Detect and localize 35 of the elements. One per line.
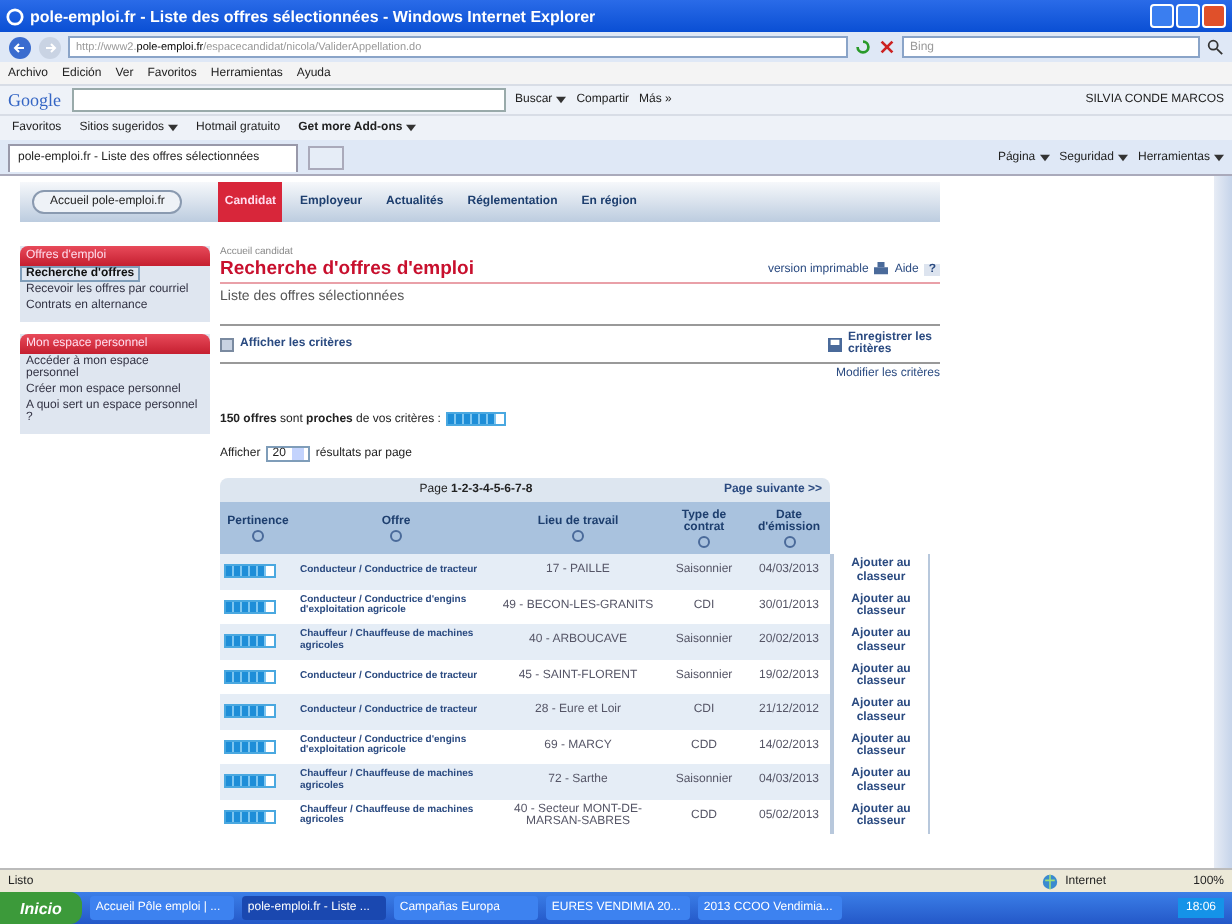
scrollbar[interactable] — [1214, 176, 1232, 868]
printer-icon[interactable] — [874, 262, 889, 276]
browser-icon — [6, 7, 24, 25]
google-logo: Google — [8, 90, 61, 110]
close-button[interactable] — [1202, 4, 1226, 28]
relevance-meter — [224, 774, 276, 789]
caret-icon — [1039, 153, 1050, 161]
sort-icon[interactable] — [783, 535, 795, 547]
back-icon[interactable] — [8, 35, 32, 59]
start-button[interactable]: Inicio — [0, 892, 82, 924]
sort-icon[interactable] — [252, 529, 264, 541]
refresh-icon[interactable] — [854, 38, 872, 56]
window-title: pole-emploi.fr - Liste des offres sélectionnées - Windows Internet Explorer — [30, 7, 598, 25]
plus-icon — [220, 337, 234, 351]
new-tab-button[interactable] — [308, 145, 344, 169]
sort-icon[interactable] — [698, 535, 710, 547]
relevance-meter — [446, 412, 507, 426]
minimize-button[interactable] — [1150, 4, 1174, 28]
sort-icon[interactable] — [572, 529, 584, 541]
search-field[interactable] — [71, 88, 505, 112]
caret-icon — [1117, 153, 1128, 161]
caret-icon — [406, 124, 417, 132]
search-icon[interactable] — [1206, 38, 1224, 56]
maximize-button[interactable] — [1176, 4, 1200, 28]
relevance-meter — [224, 634, 276, 649]
relevance-meter — [224, 564, 276, 579]
close-icon[interactable] — [878, 38, 896, 56]
globe-icon — [1041, 873, 1058, 889]
relevance-meter — [224, 704, 276, 719]
caret-icon — [1214, 153, 1224, 161]
caret-icon — [168, 124, 179, 132]
save-icon[interactable] — [828, 337, 842, 351]
page-heading: Recherche d'offres d'emploi — [220, 258, 474, 280]
caret-icon — [556, 96, 567, 104]
sort-icon[interactable] — [390, 529, 402, 541]
